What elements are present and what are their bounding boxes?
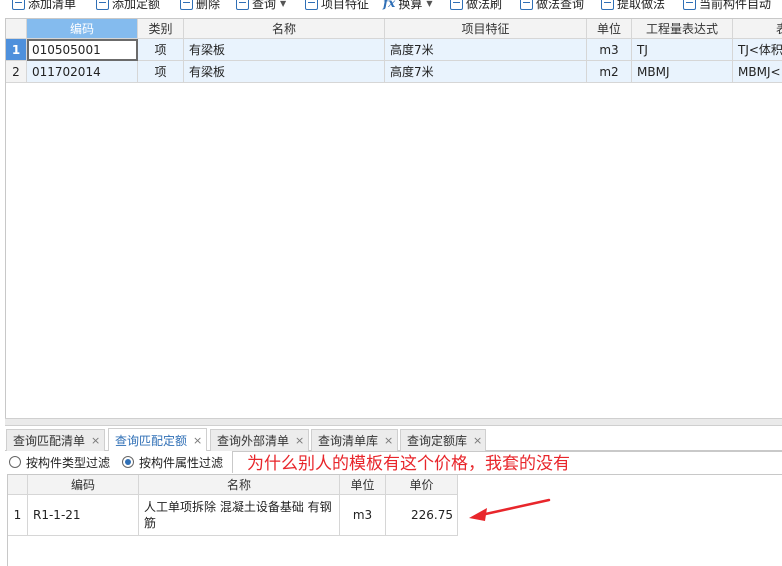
tab-list-library[interactable]: 查询清单库 ×	[311, 429, 398, 451]
close-icon[interactable]: ×	[193, 434, 202, 447]
tab-external-list[interactable]: 查询外部清单 ×	[210, 429, 309, 451]
add-quota-icon	[96, 0, 109, 10]
tab-match-list[interactable]: 查询匹配清单 ×	[6, 429, 105, 451]
add-quota-label: 添加定额	[112, 0, 161, 11]
annotation-text: 为什么别人的模板有这个价格，我套的没有	[247, 454, 570, 474]
cell-name[interactable]: 有梁板	[184, 61, 385, 83]
close-icon[interactable]: ×	[91, 434, 100, 447]
quota-grid-header: 编码 名称 单位 单价	[8, 475, 458, 495]
tab-label: 查询清单库	[318, 434, 379, 448]
bill-grid-header: 编码 类别 名称 项目特征 单位 工程量表达式 表	[6, 19, 782, 39]
brush-icon	[450, 0, 463, 10]
cell-type[interactable]: 项	[138, 39, 184, 61]
method-query-button[interactable]: 做法查询	[520, 0, 584, 13]
cell-code[interactable]: R1-1-21	[28, 495, 139, 536]
cell-expression-detail[interactable]: TJ<体积	[733, 39, 782, 61]
annotation-arrow	[469, 498, 551, 521]
method-brush-label: 做法刷	[466, 0, 503, 11]
bill-grid: 编码 类别 名称 项目特征 单位 工程量表达式 表 1 010505001 项 …	[5, 18, 782, 418]
add-list-label: 添加清单	[28, 0, 77, 11]
panel-splitter[interactable]	[5, 418, 782, 426]
add-list-icon	[12, 0, 25, 10]
column-header-expression[interactable]: 工程量表达式	[632, 19, 733, 39]
toolbar: 添加清单 添加定额 删除 查询 ▼ 项目特征 fx 换算 ▼ 做法刷 做法查询 …	[0, 0, 782, 13]
cell-name[interactable]: 有梁板	[184, 39, 385, 61]
column-header-unit[interactable]: 单位	[587, 19, 632, 39]
delete-label: 删除	[196, 0, 221, 11]
close-icon[interactable]: ×	[384, 434, 393, 447]
filter-by-attr-radio[interactable]	[122, 456, 135, 468]
delete-button[interactable]: 删除	[180, 0, 220, 13]
table-row[interactable]: 1 010505001 项 有梁板 高度7米 m3 TJ TJ<体积	[6, 39, 782, 61]
column-header-unit[interactable]: 单位	[340, 475, 386, 495]
column-header-code[interactable]: 编码	[27, 19, 138, 39]
cell-price[interactable]: 226.75	[386, 495, 458, 536]
column-header-type[interactable]: 类别	[138, 19, 184, 39]
feature-icon	[305, 0, 318, 10]
convert-dropdown-icon[interactable]: ▼	[426, 0, 432, 8]
extract-icon	[601, 0, 614, 10]
cell-name[interactable]: 人工单项拆除 混凝土设备基础 有钢筋	[139, 495, 340, 536]
close-icon[interactable]: ×	[295, 434, 304, 447]
auto-icon	[683, 0, 696, 10]
column-header-code[interactable]: 编码	[28, 475, 139, 495]
column-header-price[interactable]: 单价	[386, 475, 458, 495]
cell-expression[interactable]: TJ	[632, 39, 733, 61]
filter-by-type-label[interactable]: 按构件类型过滤	[26, 454, 110, 471]
column-header-more[interactable]: 表	[733, 19, 782, 39]
filter-by-attr-label[interactable]: 按构件属性过滤	[139, 454, 223, 471]
feature-label: 项目特征	[321, 0, 370, 11]
row-number[interactable]: 1	[8, 495, 28, 536]
filter-by-type-radio[interactable]	[9, 456, 21, 468]
cell-feature[interactable]: 高度7米	[385, 61, 587, 83]
query-icon	[236, 0, 249, 10]
convert-button[interactable]: fx 换算 ▼	[383, 0, 433, 13]
query-button[interactable]: 查询 ▼	[236, 0, 286, 13]
row-number-header	[6, 19, 27, 39]
delete-icon	[180, 0, 193, 10]
tab-quota-library[interactable]: 查询定额库 ×	[400, 429, 486, 451]
table-row[interactable]: 1 R1-1-21 人工单项拆除 混凝土设备基础 有钢筋 m3 226.75	[8, 495, 458, 536]
fx-icon: fx	[383, 0, 396, 10]
convert-label: 换算	[398, 0, 423, 11]
tab-label: 查询定额库	[407, 434, 468, 448]
tab-match-quota[interactable]: 查询匹配定额 ×	[108, 428, 207, 451]
row-number[interactable]: 2	[6, 61, 27, 83]
feature-button[interactable]: 项目特征	[305, 0, 369, 13]
cell-expression[interactable]: MBMJ	[632, 61, 733, 83]
auto-component-button[interactable]: 当前构件自动	[683, 0, 771, 13]
row-number-header	[8, 475, 28, 495]
cell-type[interactable]: 项	[138, 61, 184, 83]
cell-unit[interactable]: m2	[587, 61, 632, 83]
auto-component-label: 当前构件自动	[699, 0, 772, 11]
quota-grid: 编码 名称 单位 单价 1 R1-1-21 人工单项拆除 混凝土设备基础 有钢筋…	[7, 474, 782, 566]
cell-code[interactable]: 010505001	[27, 39, 138, 61]
cell-unit[interactable]: m3	[340, 495, 386, 536]
close-icon[interactable]: ×	[473, 434, 482, 447]
add-quota-button[interactable]: 添加定额	[96, 0, 160, 13]
tab-label: 查询匹配定额	[115, 433, 188, 448]
query-label: 查询	[252, 0, 277, 11]
query-dropdown-icon[interactable]: ▼	[280, 0, 286, 8]
column-header-name[interactable]: 名称	[139, 475, 340, 495]
tab-label: 查询匹配清单	[13, 434, 86, 448]
cell-expression-detail[interactable]: MBMJ<	[733, 61, 782, 83]
cell-code[interactable]: 011702014	[27, 61, 138, 83]
column-header-name[interactable]: 名称	[184, 19, 385, 39]
add-list-button[interactable]: 添加清单	[12, 0, 76, 13]
cell-unit[interactable]: m3	[587, 39, 632, 61]
table-row[interactable]: 2 011702014 项 有梁板 高度7米 m2 MBMJ MBMJ<	[6, 61, 782, 83]
cell-feature[interactable]: 高度7米	[385, 39, 587, 61]
extract-method-button[interactable]: 提取做法	[601, 0, 665, 13]
method-query-label: 做法查询	[536, 0, 585, 11]
column-header-feature[interactable]: 项目特征	[385, 19, 587, 39]
tab-label: 查询外部清单	[217, 434, 290, 448]
query-tabs: 查询匹配清单 × 查询匹配定额 × 查询外部清单 × 查询清单库 × 查询定额库…	[5, 426, 782, 451]
row-number[interactable]: 1	[6, 39, 27, 61]
method-query-icon	[520, 0, 533, 10]
method-brush-button[interactable]: 做法刷	[450, 0, 502, 13]
extract-method-label: 提取做法	[617, 0, 666, 11]
